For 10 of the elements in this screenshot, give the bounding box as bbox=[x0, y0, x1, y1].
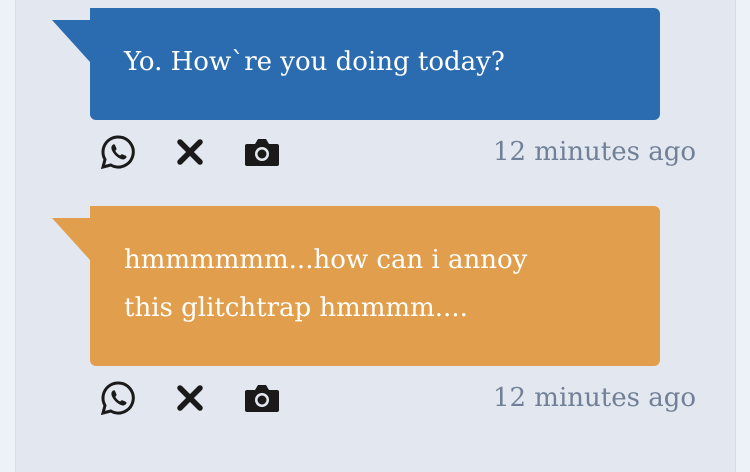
camera-icon[interactable] bbox=[244, 383, 280, 413]
camera-icon[interactable] bbox=[244, 137, 280, 167]
whatsapp-icon[interactable] bbox=[100, 380, 136, 416]
message-bubble: hmmmmmm...how can i annoy this glitchtrap hmmmm.... bbox=[90, 206, 660, 366]
close-icon[interactable] bbox=[176, 384, 204, 412]
close-icon[interactable] bbox=[176, 138, 204, 166]
timestamp: 12 minutes ago bbox=[492, 137, 696, 167]
whatsapp-icon[interactable] bbox=[100, 134, 136, 170]
timestamp: 12 minutes ago bbox=[492, 383, 696, 413]
message-bubble: Yo. How`re you doing today? bbox=[90, 8, 660, 120]
